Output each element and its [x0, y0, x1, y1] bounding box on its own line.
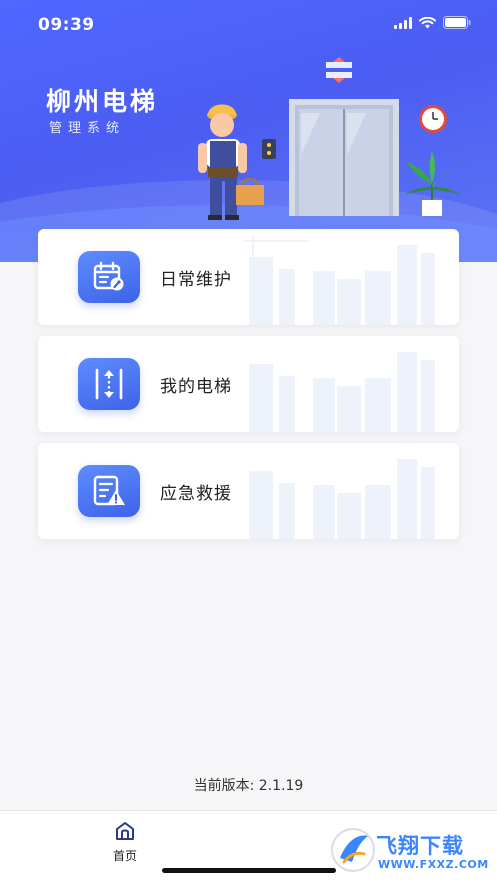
city-background-graphic [249, 352, 435, 432]
elevator-icon [78, 358, 140, 410]
app-title: 柳州电梯 [46, 87, 159, 116]
home-indicator [162, 868, 336, 873]
version-text: 当前版本: 2.1.19 [193, 778, 304, 794]
battery-icon [443, 16, 471, 29]
tab-home-label: 首页 [112, 849, 137, 863]
elevator-worker-illustration [198, 57, 462, 220]
home-icon [116, 822, 134, 840]
status-icons [394, 16, 471, 29]
menu-label-emergency-rescue: 应急救援 [160, 484, 232, 504]
status-bar: 09:39 [0, 0, 497, 50]
wifi-icon [419, 16, 436, 28]
menu-label-daily-maintenance: 日常维护 [160, 270, 232, 290]
menu-label-my-elevator: 我的电梯 [160, 377, 232, 397]
menu-card-emergency-rescue[interactable]: 应急救援 [38, 443, 459, 539]
tab-home[interactable]: 首页 [100, 821, 150, 867]
signal-icon [394, 16, 412, 29]
city-background-graphic [243, 237, 435, 325]
app-subtitle: 管理系统 [49, 121, 126, 136]
menu-card-my-elevator[interactable]: 我的电梯 [38, 336, 459, 432]
watermark-logo-icon [331, 828, 375, 872]
emergency-document-icon [78, 465, 140, 517]
city-background-graphic [249, 459, 435, 539]
menu-card-daily-maintenance[interactable]: 日常维护 [38, 229, 459, 325]
watermark: 飞翔下载 WWW.FXXZ.COM [330, 822, 490, 880]
watermark-brand: 飞翔下载 [376, 834, 464, 858]
status-time: 09:39 [38, 15, 95, 35]
watermark-site: WWW.FXXZ.COM [378, 858, 489, 871]
calendar-wrench-icon [78, 251, 140, 303]
